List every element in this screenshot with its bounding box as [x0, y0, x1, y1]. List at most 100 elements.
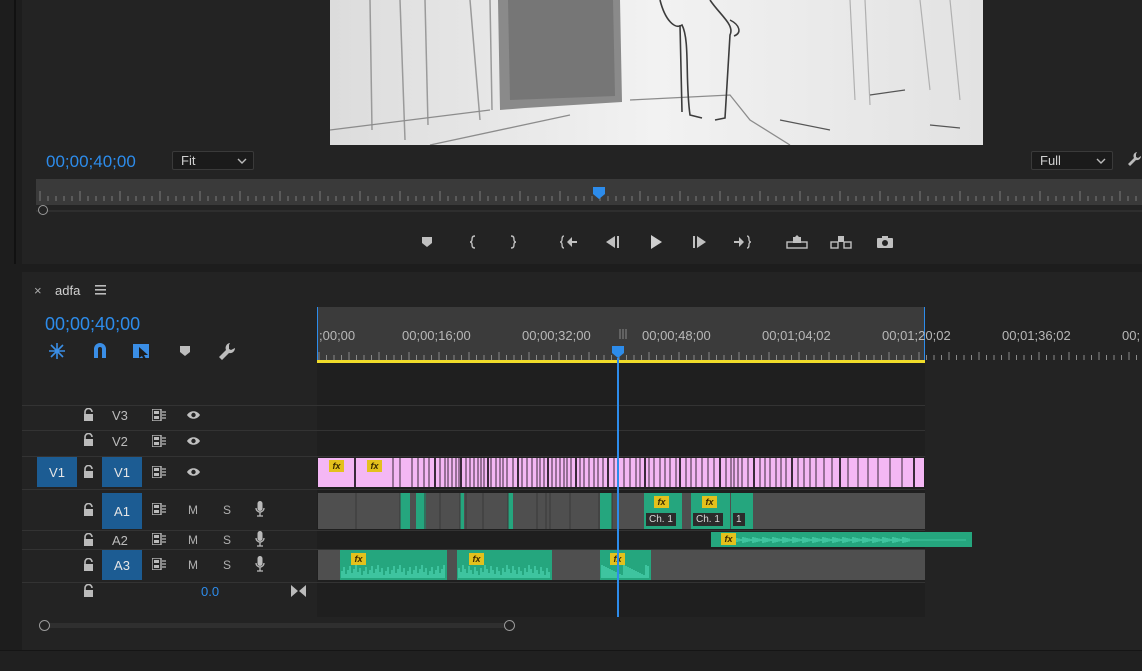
eye-icon[interactable]	[186, 436, 201, 446]
track-target-v1[interactable]: V1	[102, 457, 142, 487]
lock-icon[interactable]	[83, 465, 94, 478]
lock-icon[interactable]	[83, 584, 94, 597]
a1-clip-dividers	[355, 493, 613, 529]
fx-badge: fx	[367, 460, 382, 472]
video-clip-strip[interactable]	[318, 458, 924, 487]
close-tab-icon[interactable]: ×	[34, 283, 42, 298]
fit-dropdown-value: Fit	[181, 153, 196, 168]
step-back-icon	[606, 236, 619, 248]
step-back-button[interactable]	[602, 232, 622, 252]
fx-badge: fx	[702, 496, 717, 508]
playback-resolution-dropdown[interactable]: Full	[1031, 151, 1113, 170]
microphone-icon[interactable]	[255, 501, 265, 517]
go-to-master-icon[interactable]	[291, 585, 306, 597]
lock-icon[interactable]	[83, 433, 94, 446]
program-time-ruler[interactable]	[36, 179, 1142, 205]
track-label-a2[interactable]: A2	[112, 533, 128, 548]
mute-button[interactable]: M	[188, 503, 198, 517]
lift-button[interactable]	[786, 232, 808, 252]
clip-edit-points	[354, 458, 915, 487]
sync-lock-icon[interactable]	[152, 409, 166, 421]
lock-icon[interactable]	[83, 503, 94, 516]
extract-icon	[830, 236, 852, 249]
track-row-master	[22, 582, 925, 600]
go-to-out-button[interactable]	[732, 232, 752, 252]
solo-button[interactable]: S	[223, 533, 231, 547]
chevron-down-icon	[237, 158, 247, 164]
fx-badge: fx	[351, 553, 366, 565]
mute-button[interactable]: M	[188, 558, 198, 572]
program-monitor-frame	[330, 0, 983, 145]
step-forward-button[interactable]	[690, 232, 710, 252]
source-patch-v1[interactable]: V1	[37, 457, 77, 487]
timeline-playhead[interactable]	[611, 345, 625, 359]
monitor-settings-wrench-icon[interactable]	[1128, 151, 1142, 167]
sync-lock-icon[interactable]	[152, 558, 166, 570]
lock-icon[interactable]	[83, 558, 94, 571]
resolution-dropdown-value: Full	[1040, 153, 1061, 168]
track-label-v2[interactable]: V2	[112, 434, 128, 449]
lock-icon[interactable]	[83, 533, 94, 546]
go-to-in-button[interactable]	[559, 232, 579, 252]
clip-channel-label: 1	[733, 513, 745, 526]
track-target-a3[interactable]: A3	[102, 550, 142, 580]
mute-button[interactable]: M	[188, 533, 198, 547]
time-ruler-ticks	[318, 352, 1137, 360]
fx-badge: fx	[721, 533, 736, 545]
timeline-settings-wrench-icon[interactable]	[219, 342, 236, 360]
microphone-icon[interactable]	[255, 556, 265, 572]
audio-waveform	[730, 537, 966, 543]
clip-channel-label: Ch. 1	[693, 513, 723, 526]
lock-icon[interactable]	[83, 408, 94, 421]
program-playhead[interactable]	[592, 186, 606, 200]
play-button[interactable]	[646, 232, 666, 252]
in-out-marker-icon	[619, 329, 627, 339]
ruler-label: 00;00;32;00	[522, 328, 591, 343]
fit-dropdown[interactable]: Fit	[172, 151, 254, 170]
zoom-scrollbar[interactable]	[44, 623, 510, 628]
ruler-label: 00;	[1122, 328, 1141, 343]
nest-toggle-icon[interactable]	[48, 342, 66, 360]
fx-badge: fx	[654, 496, 669, 508]
add-marker-icon[interactable]	[179, 345, 191, 357]
sync-lock-icon[interactable]	[152, 533, 166, 545]
sequence-tab-title[interactable]: adfa	[55, 283, 80, 298]
mark-out-button[interactable]	[503, 232, 523, 252]
playhead-line	[617, 358, 619, 617]
eye-icon[interactable]	[186, 410, 201, 420]
audio-clip-a2[interactable]	[711, 532, 972, 547]
sync-lock-icon[interactable]	[152, 466, 166, 478]
master-volume-value[interactable]: 0.0	[201, 584, 219, 599]
track-target-a1[interactable]: A1	[102, 493, 142, 529]
add-marker-button[interactable]	[417, 232, 437, 252]
mark-out-icon	[510, 235, 517, 249]
solo-button[interactable]: S	[223, 503, 231, 517]
zoom-handle-left[interactable]	[38, 205, 48, 215]
linked-selection-icon[interactable]	[132, 341, 152, 361]
zoom-handle-left[interactable]	[39, 620, 50, 631]
track-label-v3[interactable]: V3	[112, 408, 128, 423]
mark-in-button[interactable]	[463, 232, 483, 252]
program-timecode[interactable]: 00;00;40;00	[46, 152, 136, 172]
sequence-timecode[interactable]: 00;00;40;00	[45, 314, 140, 335]
ruler-label: 00;00;16;00	[402, 328, 471, 343]
audio-clip[interactable]	[600, 550, 651, 580]
zoom-handle-right[interactable]	[504, 620, 515, 631]
panel-menu-icon[interactable]	[95, 285, 106, 295]
zoom-scroll-track[interactable]	[36, 210, 1142, 212]
sync-lock-icon[interactable]	[152, 435, 166, 447]
ruler-label: 00;01;04;02	[762, 328, 831, 343]
clip-channel-label: Ch. 1	[646, 513, 676, 526]
sync-lock-icon[interactable]	[152, 503, 166, 515]
snap-magnet-icon[interactable]	[92, 342, 108, 360]
go-to-out-icon	[734, 235, 751, 249]
camera-icon	[877, 236, 893, 248]
solo-button[interactable]: S	[223, 558, 231, 572]
microphone-icon[interactable]	[255, 531, 265, 547]
step-forward-icon	[693, 236, 706, 248]
ruler-label: 00;01;36;02	[1002, 328, 1071, 343]
extract-button[interactable]	[830, 232, 852, 252]
export-frame-button[interactable]	[875, 232, 895, 252]
eye-icon[interactable]	[186, 467, 201, 477]
play-icon	[651, 235, 662, 249]
